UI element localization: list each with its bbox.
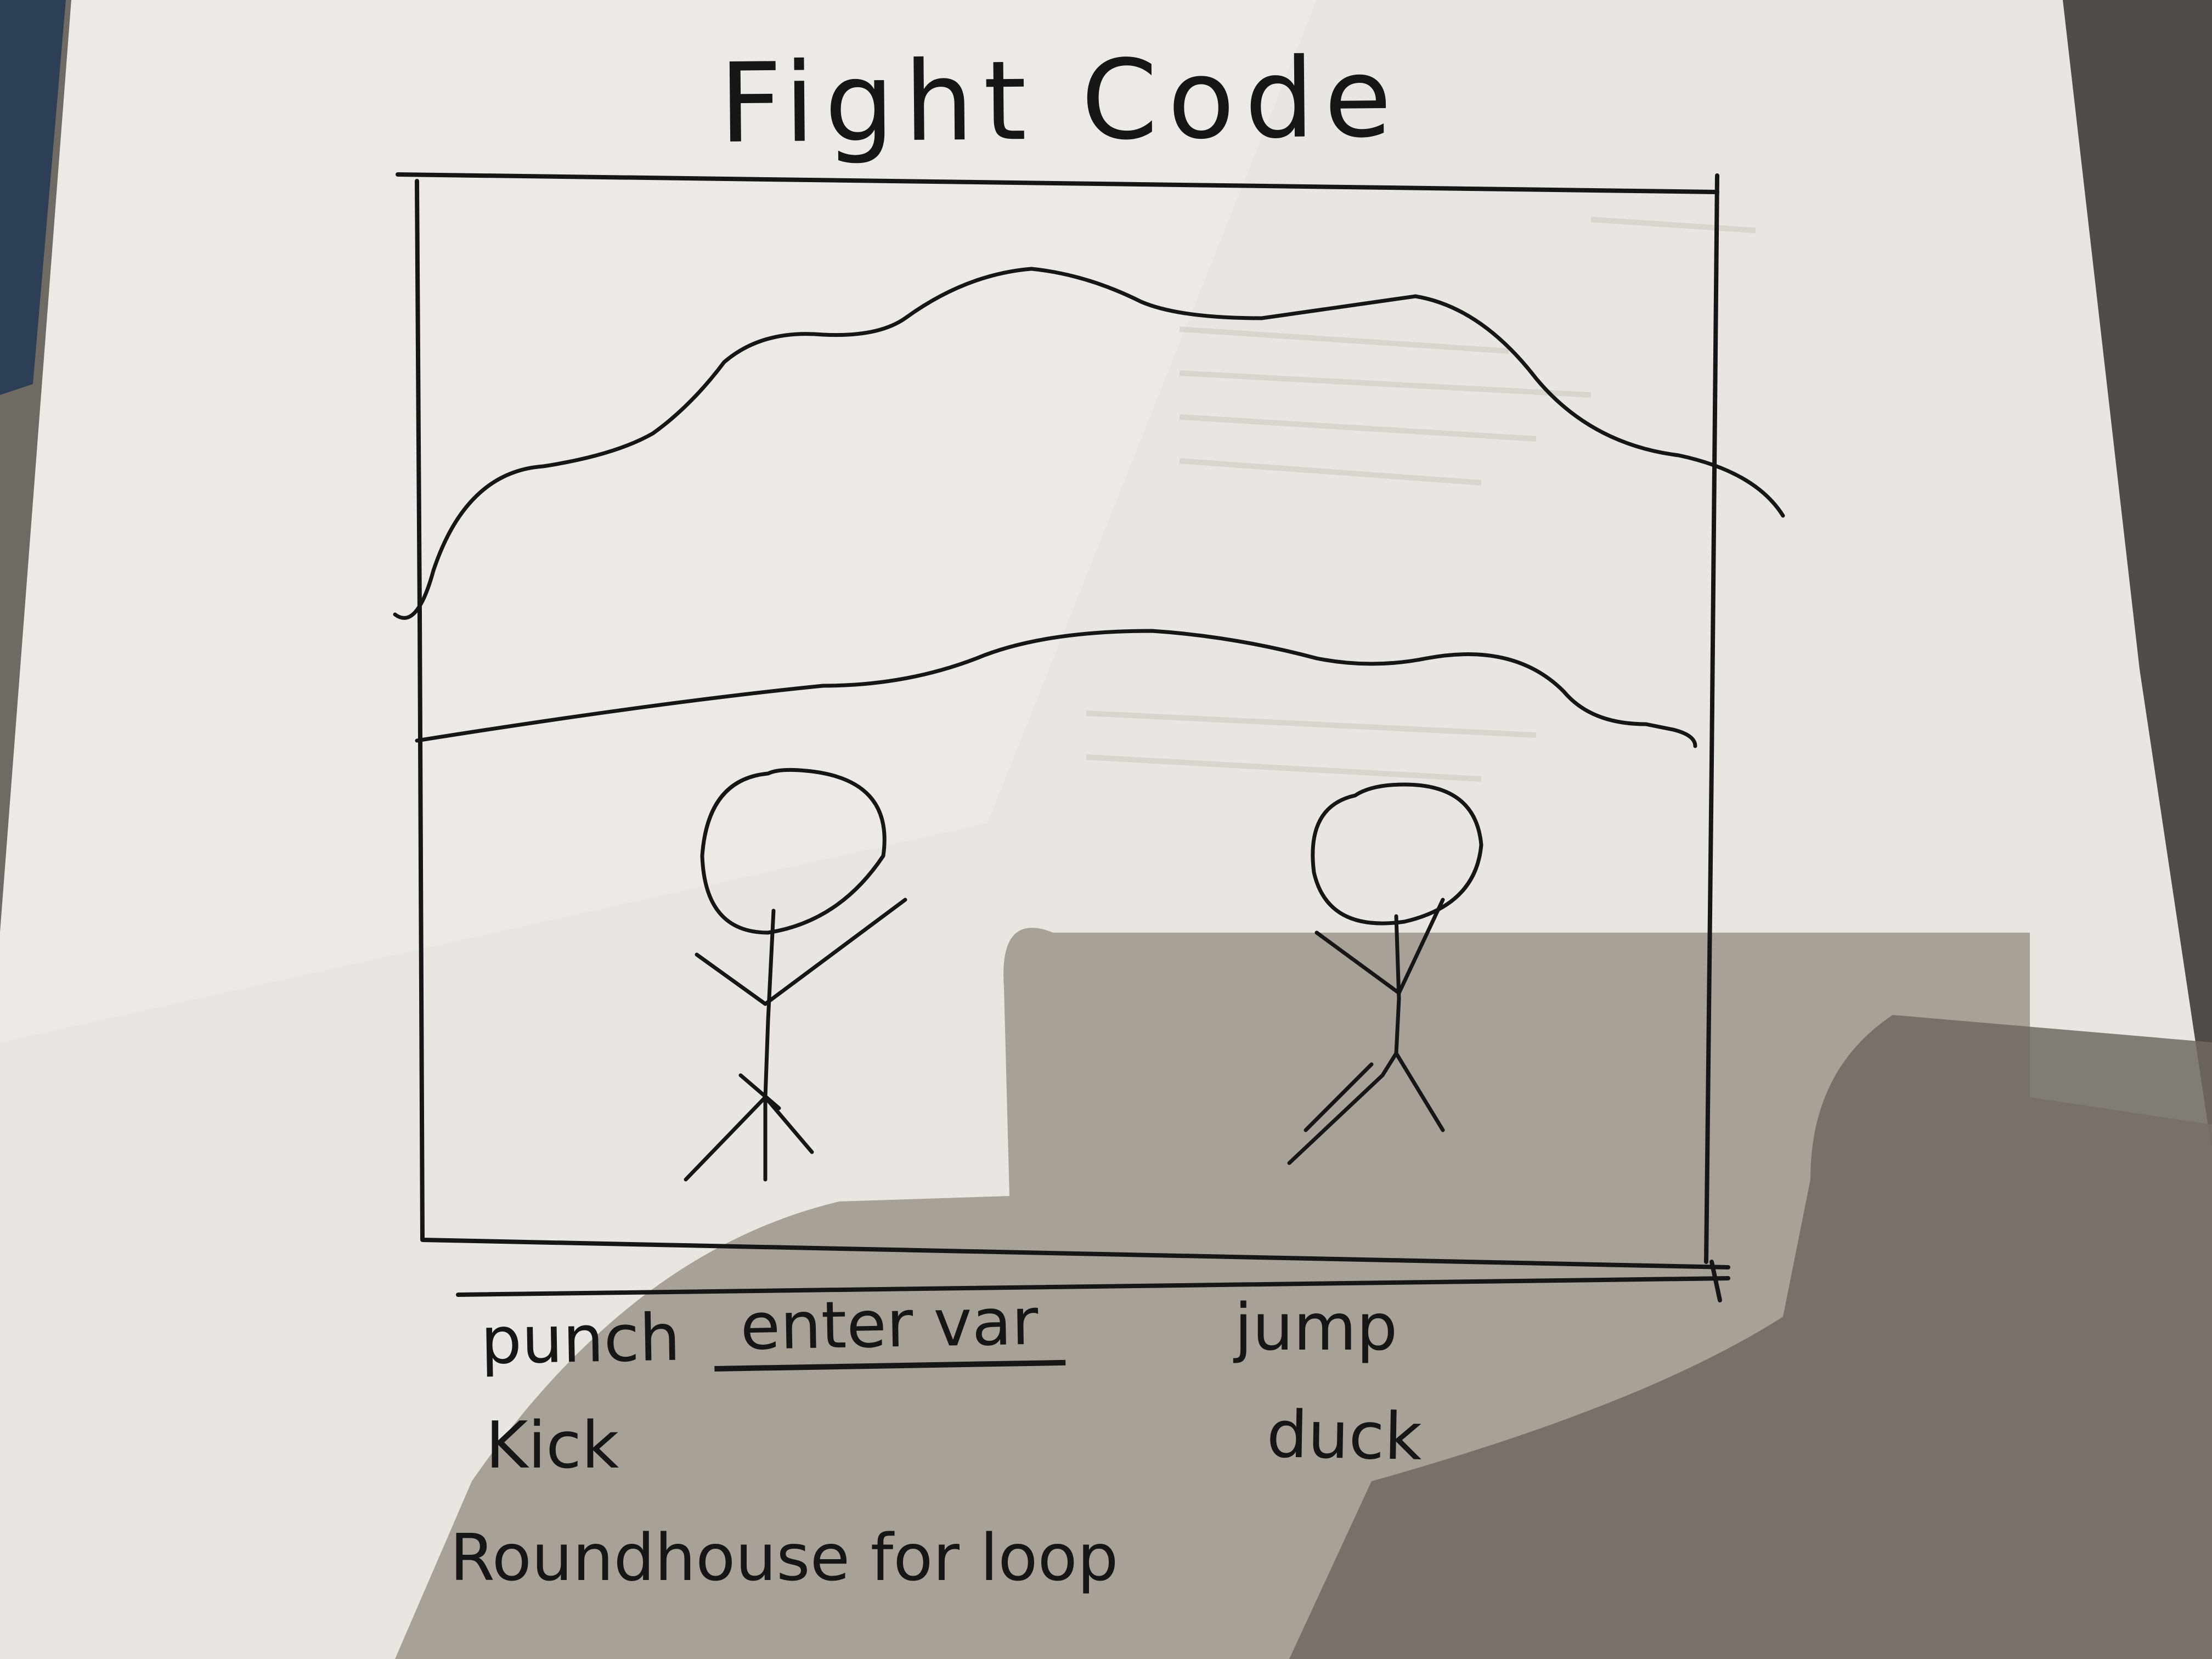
- command-duck[interactable]: duck: [1266, 1396, 1423, 1475]
- command-kick[interactable]: Kick: [486, 1413, 619, 1477]
- command-punch[interactable]: punch: [480, 1300, 681, 1379]
- command-jump[interactable]: jump: [1234, 1295, 1397, 1359]
- command-roundhouse[interactable]: Roundhouse for loop: [450, 1525, 1119, 1590]
- variable-input[interactable]: enter var: [713, 1284, 1066, 1372]
- photo-scene: [0, 0, 2212, 1659]
- sketch-title: Fight Code: [718, 34, 1402, 168]
